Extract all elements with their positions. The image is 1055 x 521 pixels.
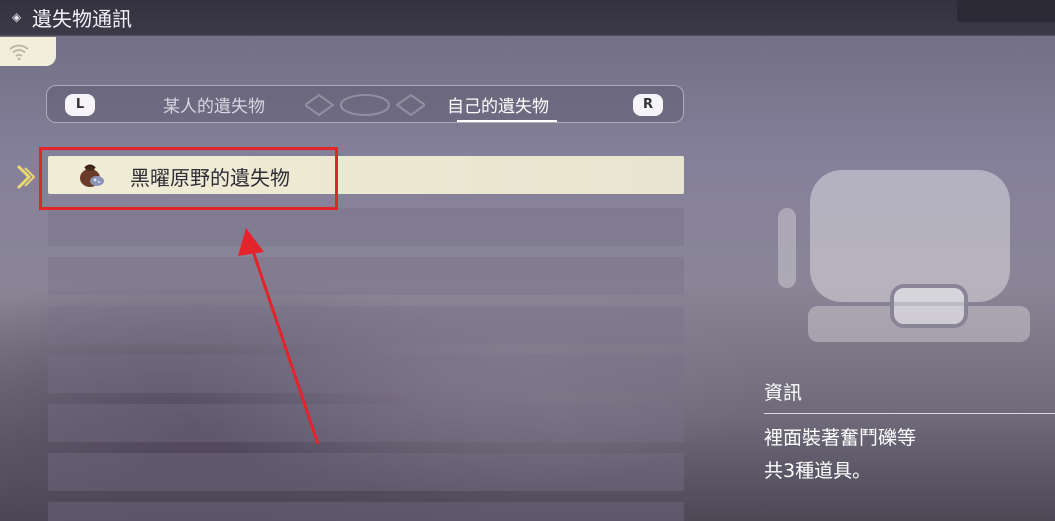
info-description-line: 裡面裝著奮鬥礫等 [764, 427, 917, 449]
info-divider [764, 413, 1055, 414]
item-preview-icon [778, 170, 1030, 342]
annotation-arrow-icon [238, 228, 320, 445]
wifi-icon [9, 44, 29, 61]
annotation-highlight-box [39, 147, 338, 210]
diamond-icon: ◈ [12, 10, 22, 24]
title-bar: ◈ 遺失物通訊 [0, 0, 1055, 36]
page-title: 遺失物通訊 [32, 7, 132, 31]
info-panel: 資訊 裡面裝著奮鬥礫等 共3種道具。 [764, 378, 1055, 482]
tab-someone-lost-items[interactable]: 某人的遺失物 [163, 92, 265, 117]
active-tab-indicator [457, 120, 557, 122]
info-description-line: 共3種道具。 [764, 460, 872, 482]
tab-bar: L 某人的遺失物 自己的遺失物 R [46, 85, 684, 123]
tab-my-lost-items[interactable]: 自己的遺失物 [447, 92, 549, 117]
empty-list-row [48, 404, 684, 442]
empty-list-row [48, 502, 684, 521]
empty-list-row [48, 453, 684, 491]
tab-right-button[interactable]: R [633, 94, 663, 116]
empty-list-row [48, 208, 684, 246]
info-description: 裡面裝著奮鬥礫等 共3種道具。 [764, 422, 1055, 488]
tab-bar-ornament [305, 93, 425, 117]
empty-list-row [48, 306, 684, 344]
title-bar-corner [957, 0, 1055, 22]
empty-list-row [48, 257, 684, 295]
selection-cursor-icon [16, 164, 36, 190]
wifi-status-tab [0, 37, 56, 66]
empty-list-row [48, 355, 684, 393]
info-heading: 資訊 [764, 382, 803, 404]
tab-left-button[interactable]: L [65, 94, 95, 116]
